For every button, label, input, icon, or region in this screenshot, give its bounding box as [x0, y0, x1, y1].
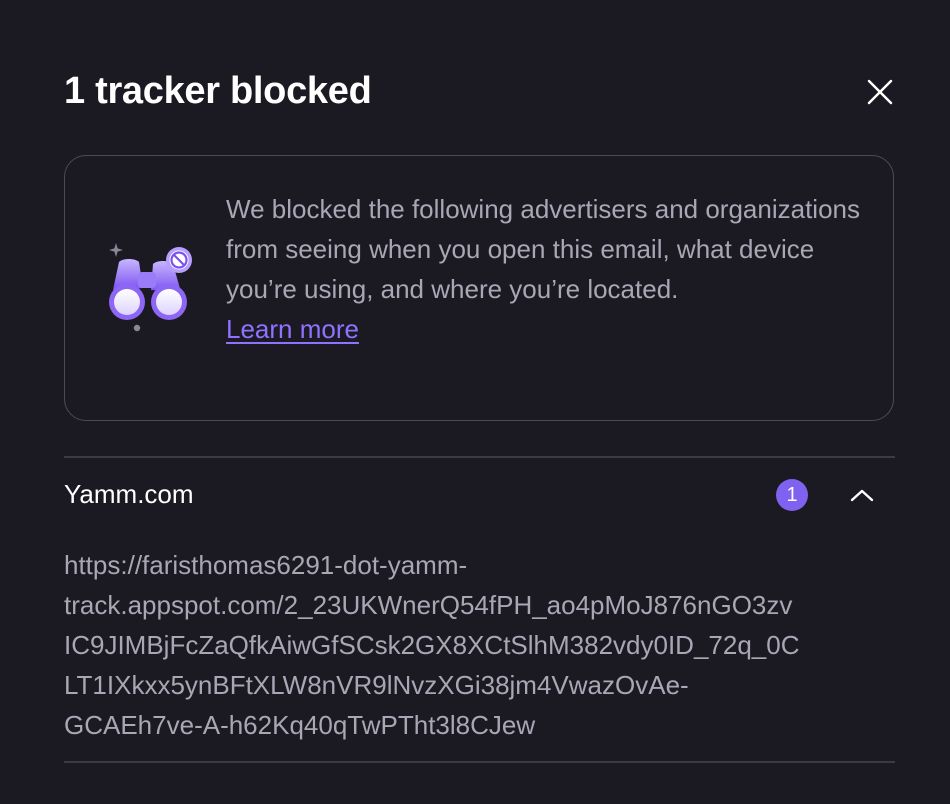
tracker-modal: 1 tracker blocked We blocked the followi… [0, 0, 950, 804]
info-card: We blocked the following advertisers and… [64, 155, 894, 421]
info-text: We blocked the following advertisers and… [226, 194, 860, 304]
divider-top [64, 456, 895, 458]
learn-more-link[interactable]: Learn more [226, 309, 359, 349]
modal-title: 1 tracker blocked [64, 70, 372, 112]
tracker-name: Yamm.com [64, 479, 194, 509]
info-description: We blocked the following advertisers and… [226, 189, 866, 349]
close-button[interactable] [860, 72, 900, 112]
tracker-url: https://faristhomas6291-dot-yamm- track.… [64, 550, 800, 740]
binoculars-blocked-icon [109, 243, 192, 332]
chevron-up-icon [850, 489, 874, 502]
close-icon [867, 79, 893, 105]
tracker-row[interactable]: Yamm.com 1 [64, 470, 895, 518]
divider-bottom [64, 761, 895, 763]
collapse-button[interactable] [842, 475, 882, 515]
tracker-count-badge: 1 [776, 479, 808, 511]
